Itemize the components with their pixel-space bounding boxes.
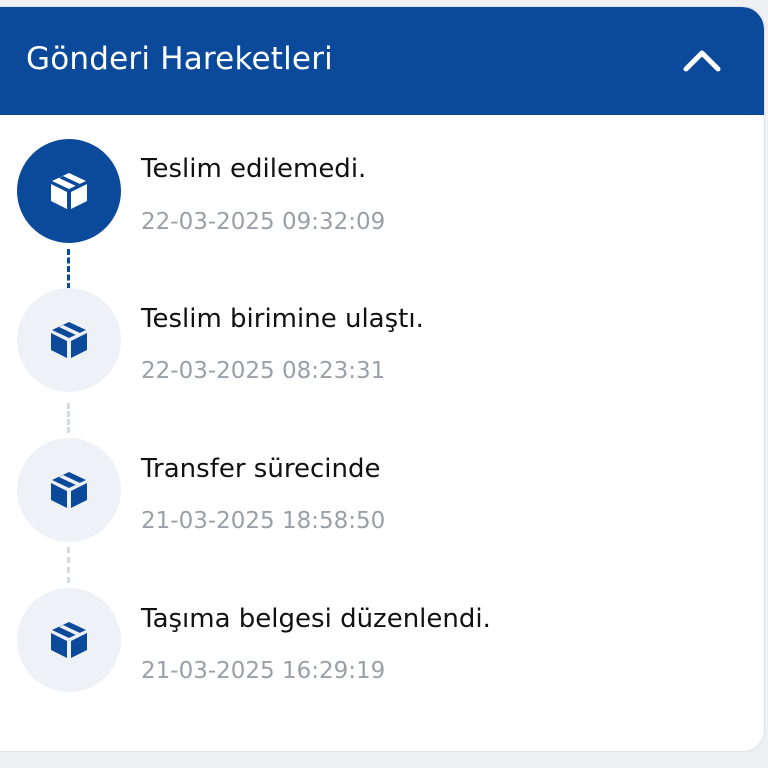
- timeline-connector: [67, 403, 70, 433]
- event-title: Teslim edilemedi.: [141, 154, 367, 184]
- panel-title: Gönderi Hareketleri: [26, 41, 333, 77]
- event-timestamp: 22-03-2025 09:32:09: [141, 209, 386, 235]
- package-icon: [51, 173, 87, 209]
- package-icon: [51, 472, 87, 508]
- chevron-up-icon: [683, 50, 721, 72]
- package-icon: [51, 322, 87, 358]
- timeline-event: Teslim birimine ulaştı. 22-03-2025 08:23…: [0, 287, 764, 397]
- event-title: Teslim birimine ulaştı.: [141, 304, 424, 334]
- panel-header[interactable]: Gönderi Hareketleri: [0, 7, 764, 115]
- event-timestamp: 21-03-2025 16:29:19: [141, 658, 386, 684]
- event-status-circle: [17, 438, 121, 542]
- event-status-circle: [17, 588, 121, 692]
- timeline-event: Transfer sürecinde 21-03-2025 18:58:50: [0, 437, 764, 547]
- event-status-circle: [17, 139, 121, 243]
- timeline-connector: [67, 547, 70, 583]
- timeline-event: Taşıma belgesi düzenlendi. 21-03-2025 16…: [0, 587, 764, 697]
- shipment-movements-panel: Gönderi Hareketleri Teslim edilemedi. 22…: [0, 6, 765, 752]
- event-status-circle: [17, 288, 121, 392]
- timeline-connector: [67, 249, 70, 289]
- timeline-event: Teslim edilemedi. 22-03-2025 09:32:09: [0, 135, 764, 245]
- event-timestamp: 21-03-2025 18:58:50: [141, 508, 386, 534]
- event-title: Taşıma belgesi düzenlendi.: [141, 604, 491, 634]
- event-title: Transfer sürecinde: [141, 454, 381, 484]
- collapse-toggle-button[interactable]: [680, 41, 724, 81]
- event-timestamp: 22-03-2025 08:23:31: [141, 358, 386, 384]
- package-icon: [51, 622, 87, 658]
